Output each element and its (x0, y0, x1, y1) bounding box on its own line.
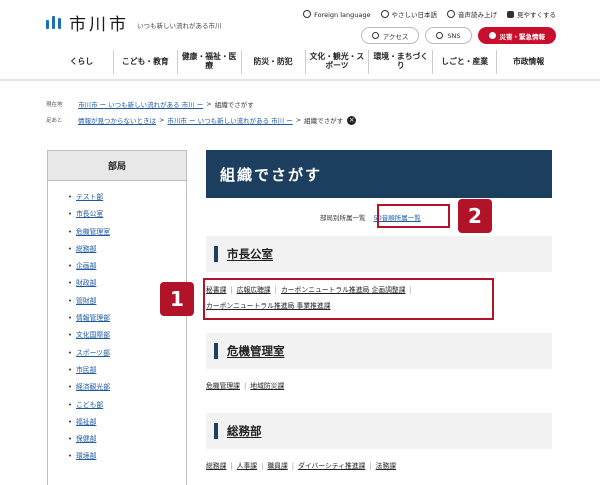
breadcrumb-trail: 足あと 情報が見つからないときは > 市川市 ー いつも新しい流れがある 市川 … (46, 115, 357, 125)
sidebar-item[interactable]: 環境部 (68, 448, 186, 465)
section-title-link[interactable]: 総務部 (227, 423, 262, 439)
division-link[interactable]: 危機管理課 (206, 382, 240, 390)
location-pin-icon (371, 32, 379, 39)
division-link[interactable]: 職員課 (267, 462, 287, 470)
flower-icon (380, 10, 389, 18)
header-pill-buttons: アクセス SNS 災害・緊急情報 (360, 27, 556, 44)
utility-menu: Foreign language やさしい日本語 音声読み上げ 見やすくする (303, 9, 556, 19)
nav-item-health-welfare[interactable]: 健康・福祉・医療 (176, 50, 241, 74)
sidebar-item[interactable]: 危機管理室 (68, 224, 186, 241)
read-aloud-link[interactable]: 音声読み上げ (447, 9, 497, 19)
chat-bubble-icon (436, 32, 444, 39)
site-logo[interactable]: 市川市 いつも新しい流れがある市川 (46, 10, 222, 35)
division-link[interactable]: ダイバーシティ推進課 (298, 462, 365, 470)
sidebar-item[interactable]: スポーツ部 (68, 345, 186, 362)
sidebar-item[interactable]: 文化国際部 (68, 327, 186, 344)
sidebar-title: 部局 (48, 151, 186, 181)
heading-accent-bar (214, 246, 218, 262)
division-link[interactable]: 地域防災課 (250, 382, 284, 390)
emergency-info-button[interactable]: 災害・緊急情報 (477, 27, 556, 44)
global-nav: くらし こども・教育 健康・福祉・医療 防災・防犯 文化・観光・スポーツ 環境・… (50, 50, 560, 74)
visibility-settings-link[interactable]: 見やすくする (507, 9, 556, 19)
division-link[interactable]: 法務課 (376, 462, 396, 470)
annotation-badge-2: 2 (458, 199, 492, 233)
division-link[interactable]: 人事課 (237, 462, 257, 470)
nav-item-disaster-crime[interactable]: 防災・防犯 (240, 50, 305, 74)
section-heading: 危機管理室 (206, 333, 552, 369)
division-link[interactable]: 総務課 (206, 462, 226, 470)
sns-button[interactable]: SNS (425, 27, 472, 44)
speaker-icon (447, 10, 455, 18)
nav-item-children-education[interactable]: こども・教育 (112, 50, 177, 74)
sidebar-item[interactable]: 総務部 (68, 241, 186, 258)
heading-accent-bar (214, 343, 218, 359)
sidebar-item[interactable]: テスト部 (68, 189, 186, 206)
switch-by-department: 部局別所属一覧 (320, 214, 366, 222)
logo-tagline: いつも新しい流れがある市川 (137, 21, 222, 30)
breadcrumb-help-link[interactable]: 情報が見つからないときは (78, 115, 156, 125)
section-heading: 市長公室 (206, 236, 552, 272)
access-button[interactable]: アクセス (360, 27, 420, 44)
close-icon[interactable]: × (347, 115, 357, 125)
nav-item-environment[interactable]: 環境・まちづくり (368, 50, 432, 74)
sidebar-item[interactable]: 経済観光部 (68, 379, 186, 396)
nav-item-living[interactable]: くらし (50, 50, 113, 74)
easy-japanese-link[interactable]: やさしい日本語 (380, 9, 437, 19)
globe-icon (303, 9, 312, 18)
gear-icon (507, 11, 514, 18)
sidebar-item[interactable]: こども部 (68, 397, 186, 414)
nav-item-work-industry[interactable]: しごと・産業 (432, 50, 496, 74)
section-title-link[interactable]: 危機管理室 (227, 343, 285, 359)
sidebar-item[interactable]: 市長公室 (68, 206, 186, 223)
alert-icon (488, 32, 496, 39)
department-sidebar: 部局 テスト部 市長公室 危機管理室 総務部 企画部 財政部 管財部 情報管理部… (47, 150, 187, 485)
foreign-language-link[interactable]: Foreign language (303, 9, 371, 19)
nav-item-city-admin[interactable]: 市政情報 (496, 50, 560, 74)
heading-accent-bar (214, 423, 218, 439)
breadcrumb-home-link[interactable]: 市川市 ー いつも新しい流れがある 市川 ー (78, 99, 203, 109)
sidebar-item[interactable]: 企画部 (68, 258, 186, 275)
nav-item-culture-sports[interactable]: 文化・観光・スポーツ (304, 50, 369, 74)
sidebar-item[interactable]: 保健部 (68, 431, 186, 448)
sidebar-item[interactable]: 市民部 (68, 362, 186, 379)
annotation-badge-1: 1 (160, 282, 194, 316)
annotation-box-1 (203, 278, 494, 320)
city-emblem-icon (46, 16, 61, 29)
sidebar-item[interactable]: 福祉部 (68, 414, 186, 431)
breadcrumb-current: 現在地 市川市 ー いつも新しい流れがある 市川 ー > 組織でさがす (46, 99, 254, 109)
section-links: 危機管理課 | 地域防災課 (206, 382, 285, 390)
section-title-link[interactable]: 市長公室 (227, 246, 273, 262)
logo-name: 市川市 (69, 15, 129, 35)
section-links: 総務課 | 人事課 | 職員課 | ダイバーシティ推進課 | 法務課 (206, 462, 397, 470)
annotation-box-2 (377, 204, 450, 228)
breadcrumb-trail-home-link[interactable]: 市川市 ー いつも新しい流れがある 市川 ー (167, 115, 292, 125)
section-heading: 総務部 (206, 413, 552, 449)
page-title: 組織でさがす (206, 150, 552, 198)
nav-divider (0, 79, 600, 81)
